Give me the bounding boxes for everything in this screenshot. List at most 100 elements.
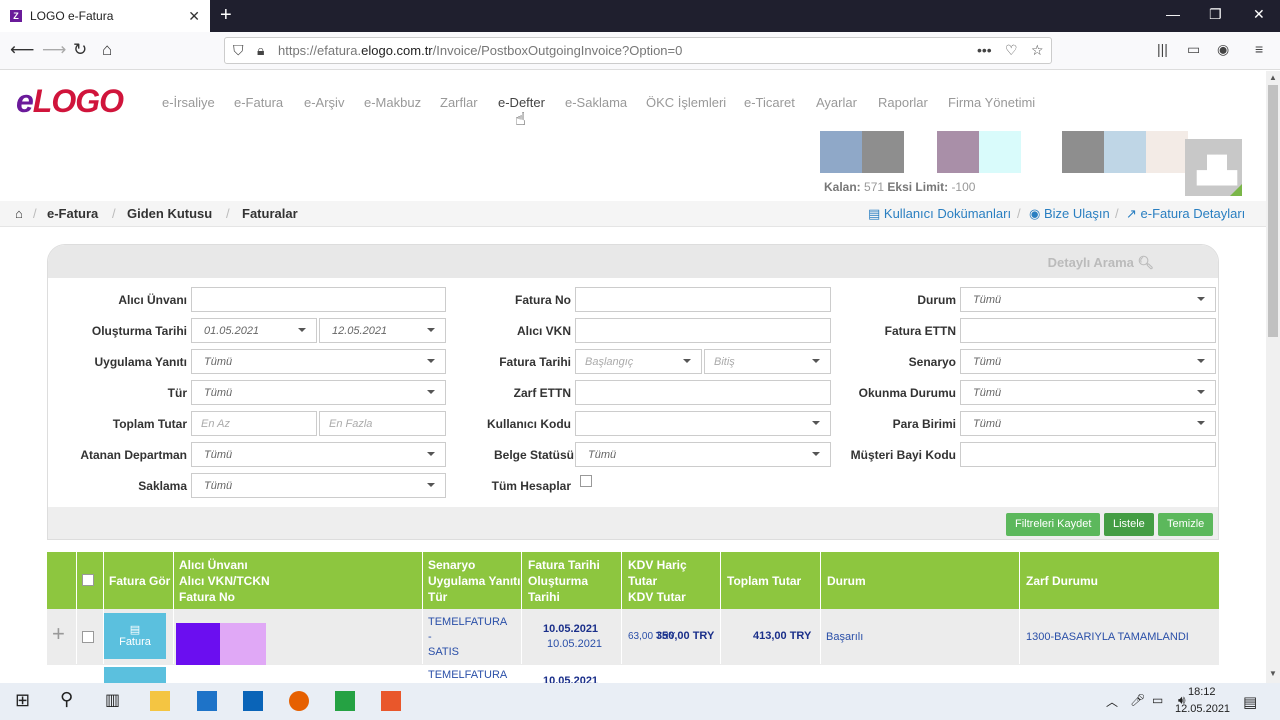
library-icon[interactable]: ||| [1157,41,1168,57]
view-invoice-button[interactable]: ▤ Fatura [104,613,166,659]
page-actions-icon[interactable]: ••• [977,42,992,58]
search-icon[interactable]: ⚲ [60,689,73,710]
browser-tab[interactable]: Z LOGO e-Fatura ✕ [0,0,210,32]
home-icon[interactable]: ⌂ [15,206,23,221]
file-explorer-icon[interactable] [150,691,170,711]
fatura-tarihi-to[interactable]: Bitiş [704,349,831,374]
address-bar[interactable]: ⛉ 🔒︎ https://efatura.elogo.com.tr/Invoic… [224,37,1052,64]
col-durum[interactable]: Durum [827,573,866,589]
menu-e-makbuz[interactable]: e-Makbuz [364,95,421,110]
sidebar-icon[interactable]: ▭ [1187,41,1200,58]
col-fatura-gor[interactable]: Fatura Gör [109,573,173,589]
detailed-search-title[interactable]: Detaylı Arama 🔍︎ [1048,255,1154,271]
page-scrollbar[interactable]: ▲ ▼ [1266,71,1280,683]
breadcrumb-e-fatura[interactable]: e-Fatura [47,206,98,221]
contact-link[interactable]: ◉ Bize Ulaşın [1029,206,1110,222]
task-view-icon[interactable]: ▥ [105,690,120,710]
clock-date[interactable]: 12.05.2021 [1175,703,1230,715]
atanan-departman-select[interactable]: Tümü [191,442,446,467]
zarf-ettn-input[interactable] [575,380,831,405]
menu-e-fatura[interactable]: e-Fatura [234,95,283,110]
para-birimi-select[interactable]: Tümü [960,411,1216,436]
new-tab-button[interactable]: + [220,4,232,27]
fatura-ettn-input[interactable] [960,318,1216,343]
menu-icon[interactable]: ≡ [1255,41,1263,57]
saklama-select[interactable]: Tümü [191,473,446,498]
windows-start-icon[interactable]: ⊞ [15,690,30,711]
reload-icon[interactable]: ↻ [73,40,87,60]
olusturma-from-date[interactable]: 01.05.2021 [191,318,317,343]
menu-zarflar[interactable]: Zarflar [440,95,478,110]
firefox-icon[interactable] [289,691,309,711]
pocket-icon[interactable]: ♡ [1005,42,1018,59]
belge-statusu-select[interactable]: Tümü [575,442,831,467]
fatura-no-input[interactable] [575,287,831,312]
menu-firma-yonetimi[interactable]: Firma Yönetimi [948,95,1035,110]
durum-select[interactable]: Tümü [960,287,1216,312]
tum-hesaplar-checkbox[interactable] [580,475,592,487]
window-close-button[interactable]: ✕ [1253,6,1265,23]
scroll-down-icon[interactable]: ▼ [1269,669,1277,678]
olusturma-to-date[interactable]: 12.05.2021 [319,318,446,343]
minimize-button[interactable]: — [1166,6,1180,22]
table-row[interactable]: + ▤ Fatura TEMELFATURA - SATIS 10.05.2021 1… [47,609,1219,671]
menu-e-arsiv[interactable]: e-Arşiv [304,95,344,110]
kullanici-kodu-select[interactable] [575,411,831,436]
save-filters-button[interactable]: Filtreleri Kaydet [1006,513,1101,536]
color-swatch [1021,131,1063,173]
row-checkbox[interactable] [82,631,94,643]
menu-e-irsaliye[interactable]: e-İrsaliye [162,95,215,110]
tray-chevron-icon[interactable]: ︿ [1106,693,1118,710]
outlook-icon[interactable] [243,691,263,711]
user-docs-link[interactable]: ▤ Kullanıcı Dokümanları [868,206,1011,222]
col-toplam[interactable]: Toplam Tutar [727,573,801,589]
tur-select[interactable]: Tümü [191,380,446,405]
account-icon[interactable]: ◉ [1217,41,1229,58]
elogo-logo[interactable]: eLOGO [16,83,124,120]
recorder-icon[interactable] [381,691,401,711]
scroll-up-icon[interactable]: ▲ [1269,73,1277,82]
list-button[interactable]: Listele [1104,513,1154,536]
menu-ayarlar[interactable]: Ayarlar [816,95,857,110]
menu-raporlar[interactable]: Raporlar [878,95,928,110]
col-kdv[interactable]: KDV Hariç Tutar KDV Tutar [628,557,687,605]
menu-e-ticaret[interactable]: e-Ticaret [744,95,795,110]
musteri-bayi-kodu-input[interactable] [960,442,1216,467]
menu-okc-islemleri[interactable]: ÖKC İşlemleri [646,95,726,110]
microphone-icon[interactable]: 🎤︎ [1130,693,1145,707]
col-alici[interactable]: Alıcı Ünvanı Alıcı VKN/TCKN Fatura No [179,557,270,605]
tab-close-icon[interactable]: ✕ [188,8,200,25]
efatura-details-link[interactable]: ↗ e-Fatura Detayları [1126,206,1245,222]
view-invoice-button[interactable] [104,667,166,683]
col-tarih[interactable]: Fatura Tarihi Oluşturma Tarihi [528,557,600,605]
okunma-durumu-select[interactable]: Tümü [960,380,1216,405]
clear-button[interactable]: Temizle [1158,513,1214,536]
alici-vkn-input[interactable] [575,318,831,343]
table-row[interactable]: TEMELFATURA 10.05.2021 [47,665,1219,683]
maximize-button[interactable]: ❐ [1209,6,1222,23]
network-icon[interactable]: ▭ [1152,693,1163,707]
notification-icon[interactable]: ▤ [1243,693,1257,711]
fatura-tarihi-from[interactable]: Başlangıç [575,349,702,374]
back-icon[interactable]: ⟵ [10,40,34,60]
breadcrumb-giden-kutusu[interactable]: Giden Kutusu [127,206,212,221]
col-senaryo[interactable]: Senaryo Uygulama Yanıtı Tür [428,557,520,605]
company-factory-icon[interactable]: ▟▙ [1185,139,1242,196]
col-zarf[interactable]: Zarf Durumu [1026,573,1098,589]
menu-e-defter[interactable]: e-Defter [498,95,545,110]
alici-unvani-input[interactable] [191,287,446,312]
clock-time[interactable]: 18:12 [1188,686,1216,698]
toplam-tutar-min-input[interactable]: En Az [191,411,317,436]
forward-icon[interactable]: ⟶ [42,40,66,60]
scrollbar-thumb[interactable] [1268,85,1278,337]
senaryo-select[interactable]: Tümü [960,349,1216,374]
bookmark-star-icon[interactable]: ☆ [1031,42,1044,59]
toplam-tutar-max-input[interactable]: En Fazla [319,411,446,436]
menu-e-saklama[interactable]: e-Saklama [565,95,627,110]
expand-row-icon[interactable]: + [52,621,65,647]
uygulama-yaniti-select[interactable]: Tümü [191,349,446,374]
mail-icon[interactable] [197,691,217,711]
select-all-checkbox[interactable] [82,574,94,586]
camtasia-icon[interactable] [335,691,355,711]
home-icon[interactable]: ⌂ [102,40,112,60]
